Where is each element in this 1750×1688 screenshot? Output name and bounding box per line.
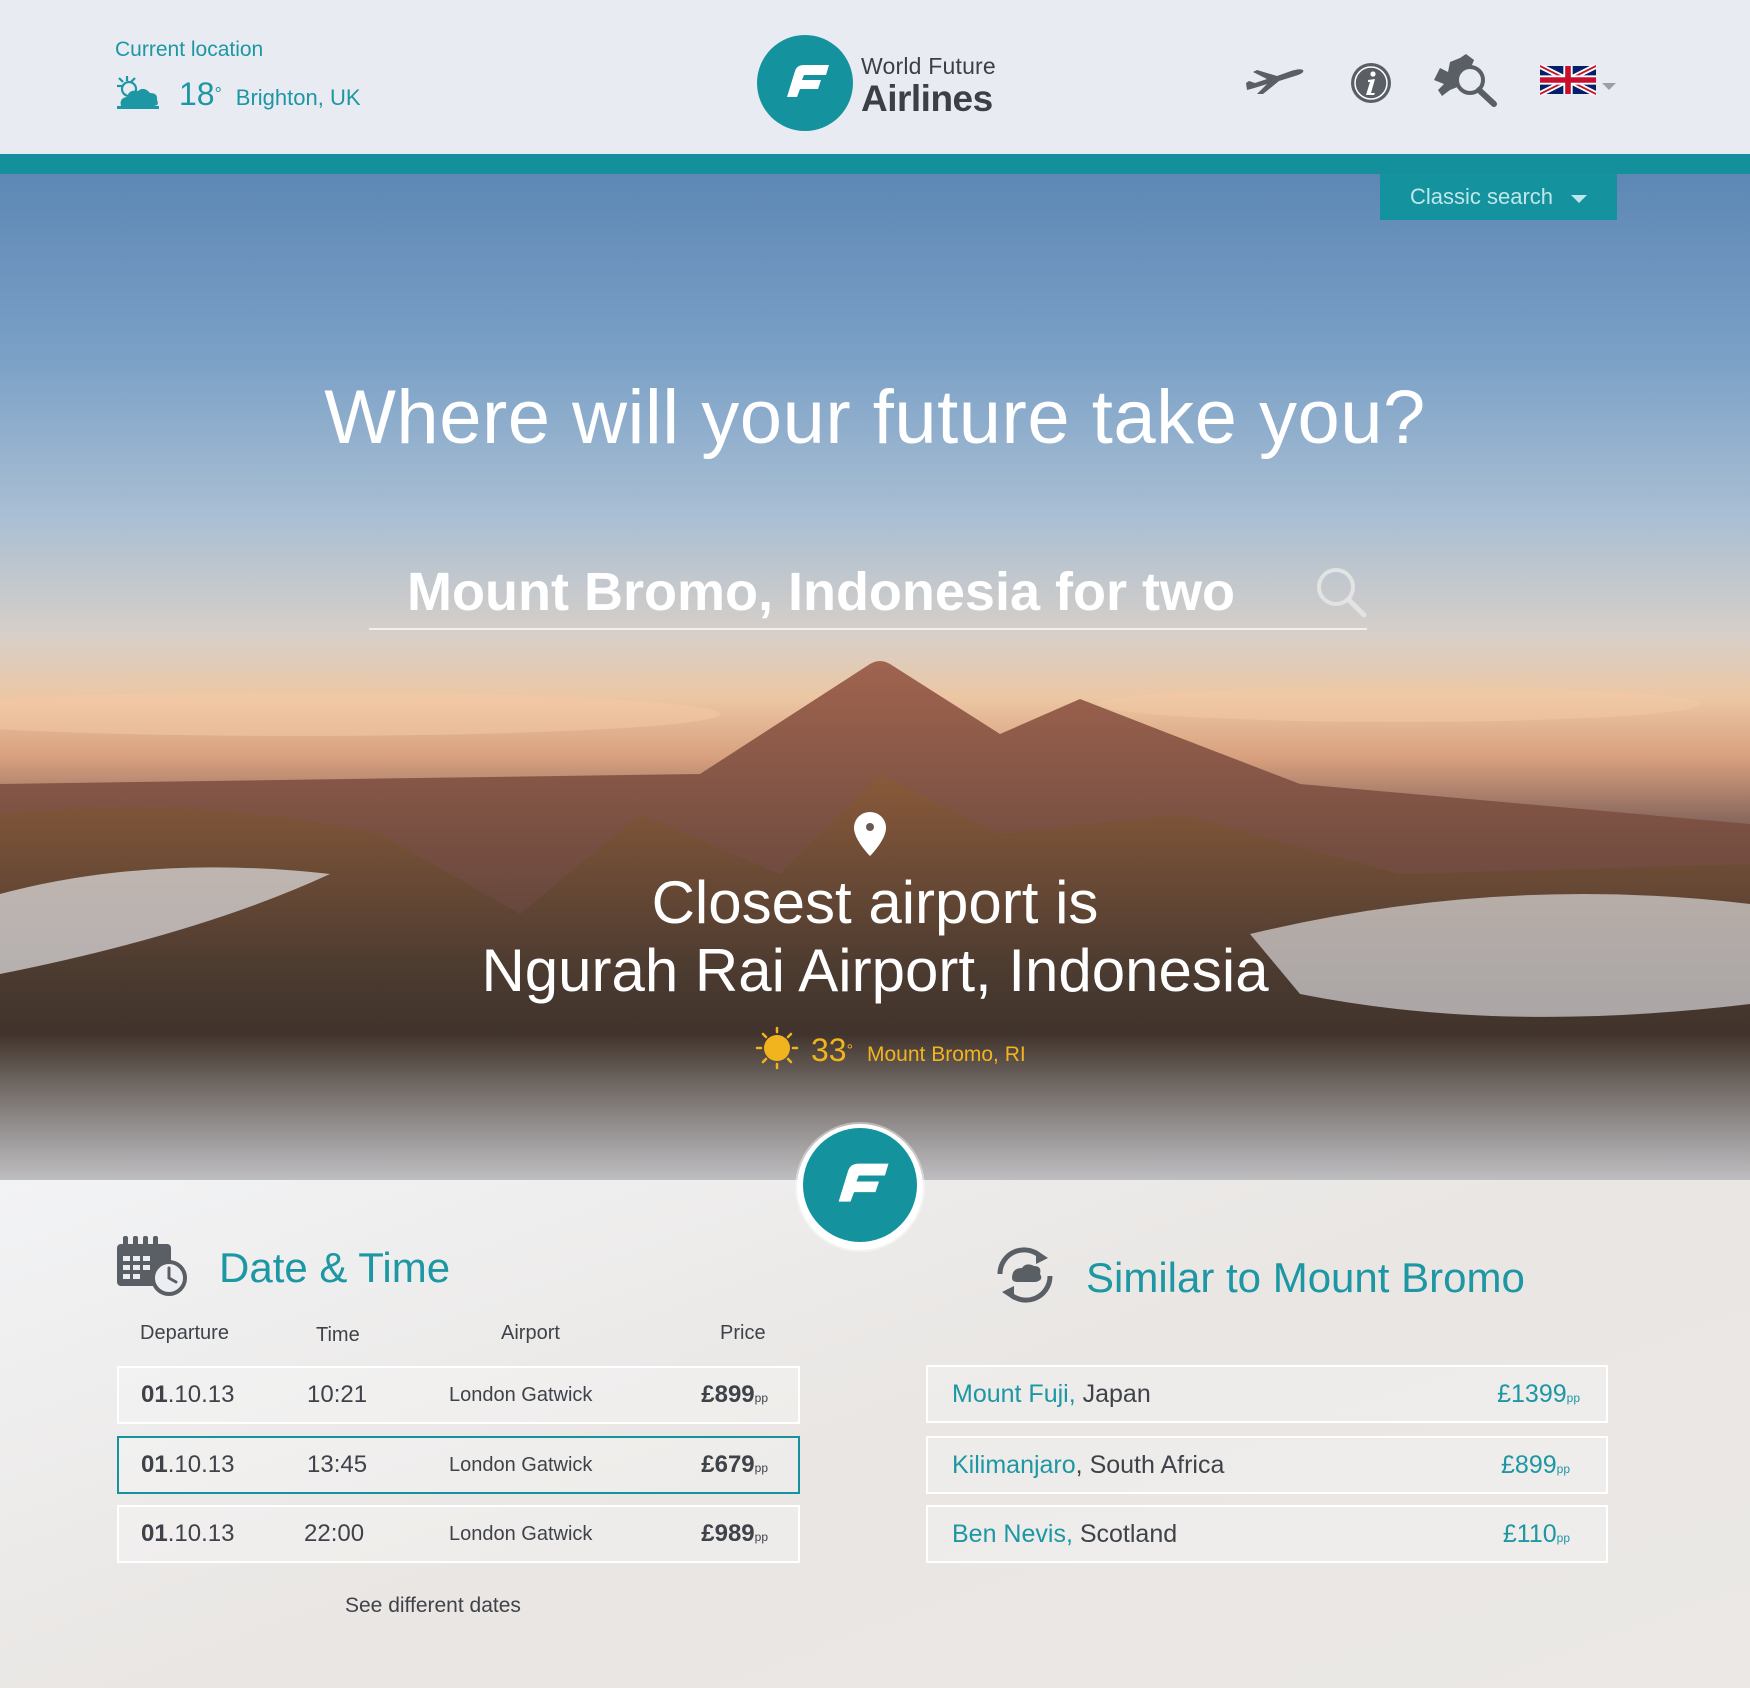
similar-title: Similar to Mount Bromo xyxy=(1086,1253,1525,1301)
similar-price: £899pp xyxy=(1501,1451,1570,1479)
flight-price: £989pp xyxy=(701,1520,768,1547)
closest-airport-label: Closest airport is xyxy=(651,869,1099,936)
logo-badge xyxy=(797,1124,923,1250)
map-search-icon[interactable] xyxy=(1430,50,1500,108)
degree-symbol: ° xyxy=(214,83,222,104)
similar-item[interactable]: Ben Nevis, Scotland £110pp xyxy=(926,1505,1608,1563)
flight-price: £679pp xyxy=(701,1451,768,1478)
degree-symbol: ° xyxy=(846,1041,853,1059)
similar-refresh-icon xyxy=(990,1244,1060,1311)
similar-item[interactable]: Kilimanjaro, South Africa £899pp xyxy=(926,1436,1608,1494)
departure-airport: London Gatwick xyxy=(449,1454,593,1476)
destination-weather: 33 ° Mount Bromo, RI xyxy=(755,1026,1026,1075)
departure-airport: London Gatwick xyxy=(449,1523,593,1545)
search-icon[interactable] xyxy=(1315,566,1367,618)
price-column-header: Price xyxy=(720,1322,766,1344)
departure-date: 01.10.13 xyxy=(141,1520,235,1547)
see-different-dates-link[interactable]: See different dates xyxy=(345,1594,521,1618)
sun-icon xyxy=(755,1026,799,1075)
calendar-clock-icon xyxy=(115,1234,189,1301)
destination-temperature: 33 xyxy=(811,1032,847,1068)
date-time-heading: Date & Time xyxy=(115,1234,450,1301)
location-pin-icon xyxy=(854,812,886,861)
uk-flag-icon xyxy=(1538,63,1598,100)
site-header: Current location 18 ° Brighton, UK World… xyxy=(0,0,1750,154)
airplane-icon[interactable] xyxy=(1245,66,1307,96)
flight-row[interactable]: 01.10.13 10:21 London Gatwick £899pp xyxy=(117,1366,800,1424)
flight-price: £899pp xyxy=(701,1381,768,1408)
logo-mark-icon xyxy=(757,35,853,136)
hero-title: Where will your future take you? xyxy=(324,375,1426,460)
departure-column-header: Departure xyxy=(140,1322,229,1344)
current-location-label: Current location xyxy=(115,38,264,61)
similar-place: Ben Nevis, Scotland xyxy=(952,1520,1178,1548)
similar-price: £110pp xyxy=(1502,1520,1570,1548)
cloud-sun-icon xyxy=(115,74,161,115)
current-weather: 18 ° Brighton, UK xyxy=(115,74,361,114)
date-time-title: Date & Time xyxy=(219,1243,451,1291)
logo-bottom-text: Airlines xyxy=(861,77,993,119)
logo-text: World Future Airlines xyxy=(861,52,996,119)
closest-airport: Closest airport is Ngurah Rai Airport, I… xyxy=(0,869,1750,1005)
departure-time: 22:00 xyxy=(304,1520,365,1547)
info-icon[interactable] xyxy=(1349,61,1393,105)
chevron-down-icon xyxy=(1571,195,1588,203)
chevron-down-icon xyxy=(1602,83,1616,90)
departure-airport: London Gatwick xyxy=(449,1384,593,1406)
similar-item[interactable]: Mount Fuji, Japan £1399pp xyxy=(926,1365,1608,1423)
flight-row-selected[interactable]: 01.10.13 13:45 London Gatwick £679pp xyxy=(117,1436,800,1494)
departure-time: 10:21 xyxy=(307,1381,368,1408)
classic-search-label: Classic search xyxy=(1409,184,1554,209)
flight-row[interactable]: 01.10.13 22:00 London Gatwick £989pp xyxy=(117,1505,800,1563)
destination-search-input[interactable] xyxy=(369,554,1273,630)
classic-search-button[interactable]: Classic search xyxy=(1380,174,1617,220)
header-accent-bar xyxy=(0,154,1750,174)
destination-search xyxy=(369,554,1367,630)
logo-mark-icon xyxy=(803,1127,917,1247)
logo-top-text: World Future xyxy=(861,52,996,79)
closest-airport-name: Ngurah Rai Airport, Indonesia xyxy=(481,937,1269,1004)
airport-column-header: Airport xyxy=(501,1322,560,1344)
similar-place: Mount Fuji, Japan xyxy=(952,1380,1151,1408)
departure-date: 01.10.13 xyxy=(141,1451,235,1478)
hero-section: Classic search Where will your future ta… xyxy=(0,174,1750,1180)
language-selector[interactable] xyxy=(1538,63,1616,100)
similar-place: Kilimanjaro, South Africa xyxy=(952,1451,1225,1479)
current-city: Brighton, UK xyxy=(235,85,361,110)
departure-date: 01.10.13 xyxy=(141,1381,235,1408)
similar-price: £1399pp xyxy=(1497,1380,1580,1408)
similar-heading: Similar to Mount Bromo xyxy=(990,1244,1525,1311)
current-temperature: 18 xyxy=(179,75,215,112)
airline-logo[interactable]: World Future Airlines xyxy=(757,35,996,136)
destination-city: Mount Bromo, RI xyxy=(867,1042,1026,1066)
departure-time: 13:45 xyxy=(307,1451,368,1478)
time-column-header: Time xyxy=(316,1324,360,1346)
